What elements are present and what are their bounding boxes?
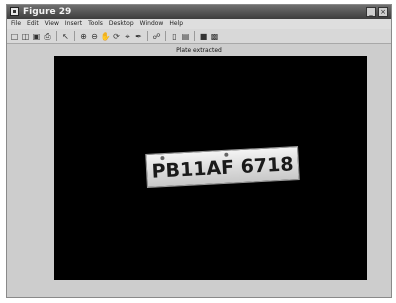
new-figure-icon[interactable]: □: [10, 32, 19, 41]
brush-icon[interactable]: ✒: [134, 32, 143, 41]
minimize-button[interactable]: _: [366, 7, 376, 17]
toolbar-separator: [147, 31, 148, 41]
close-button[interactable]: ×: [378, 7, 388, 17]
menu-tools[interactable]: Tools: [88, 19, 103, 29]
matlab-figure-icon: [10, 7, 19, 16]
menu-window[interactable]: Window: [140, 19, 164, 29]
toolbar-separator: [165, 31, 166, 41]
menu-help[interactable]: Help: [169, 19, 183, 29]
menu-bar: File Edit View Insert Tools Desktop Wind…: [7, 19, 391, 29]
toolbar-separator: [56, 31, 57, 41]
rotate-3d-icon[interactable]: ⟳: [112, 32, 121, 41]
pan-icon[interactable]: ✋: [101, 32, 111, 41]
plate-text: PB11AF 6718: [151, 153, 295, 183]
menu-insert[interactable]: Insert: [65, 19, 82, 29]
toolbar-separator: [74, 31, 75, 41]
plot-title: Plate extracted: [176, 47, 222, 54]
zoom-in-icon[interactable]: ⊕: [79, 32, 88, 41]
title-bar[interactable]: Figure 29 _ ×: [7, 5, 391, 19]
print-icon[interactable]: ⎙: [43, 32, 52, 41]
toolbar-separator: [194, 31, 195, 41]
select-arrow-icon[interactable]: ↖: [61, 32, 70, 41]
open-icon[interactable]: ◫: [21, 32, 30, 41]
save-icon[interactable]: ▣: [32, 32, 41, 41]
menu-view[interactable]: View: [45, 19, 59, 29]
zoom-out-icon[interactable]: ⊖: [90, 32, 99, 41]
insert-legend-icon[interactable]: ▤: [181, 32, 190, 41]
menu-edit[interactable]: Edit: [27, 19, 39, 29]
insert-colorbar-icon[interactable]: ▯: [170, 32, 179, 41]
link-icon[interactable]: ☍: [152, 32, 161, 41]
menu-file[interactable]: File: [11, 19, 21, 29]
image-axes[interactable]: PB11AF 6718: [54, 56, 367, 280]
license-plate-image: PB11AF 6718: [145, 146, 300, 188]
show-plot-tools-icon[interactable]: ▩: [210, 32, 219, 41]
figure-canvas[interactable]: Plate extracted PB11AF 6718: [7, 44, 391, 297]
window-title: Figure 29: [23, 7, 72, 17]
figure-window: Figure 29 _ × File Edit View Insert Tool…: [6, 4, 392, 298]
menu-desktop[interactable]: Desktop: [109, 19, 134, 29]
hide-plot-tools-icon[interactable]: ■: [199, 32, 208, 41]
figure-toolbar: □ ◫ ▣ ⎙ ↖ ⊕ ⊖ ✋ ⟳ ⌖ ✒ ☍ ▯ ▤ ■ ▩: [7, 29, 391, 44]
data-cursor-icon[interactable]: ⌖: [123, 32, 132, 41]
